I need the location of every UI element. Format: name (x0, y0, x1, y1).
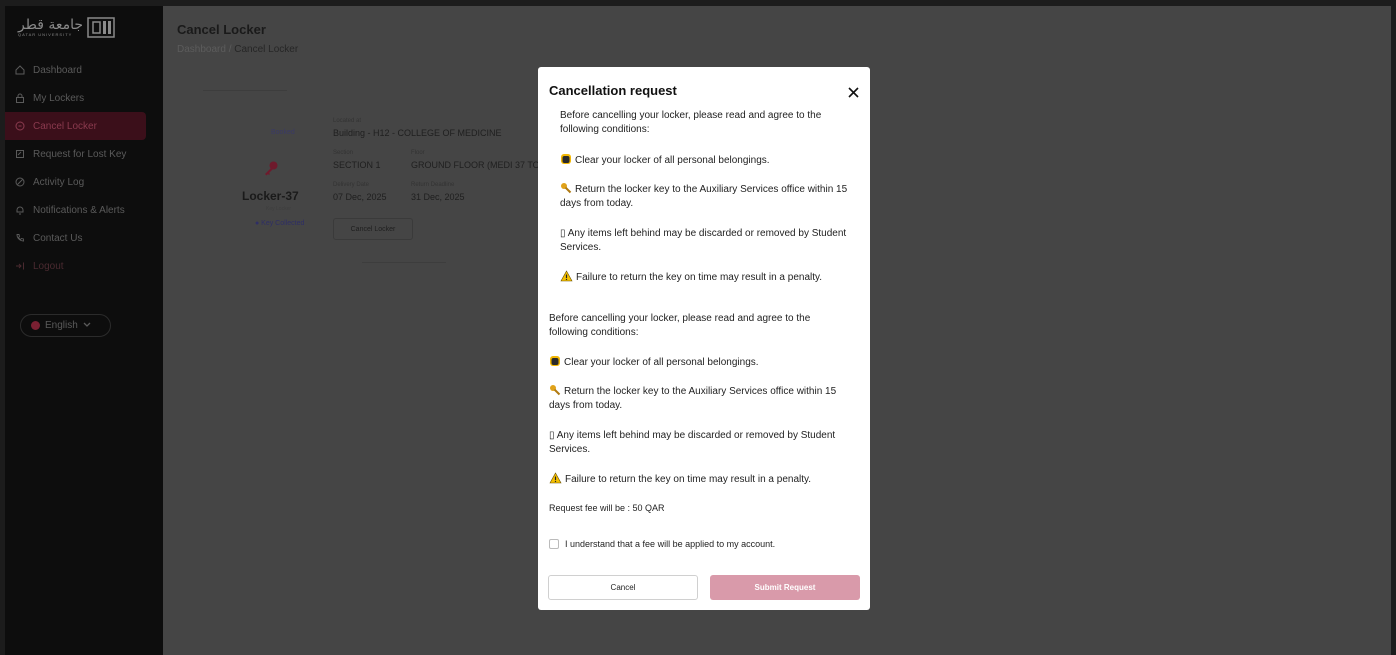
sidebar-item-label: Dashboard (33, 64, 82, 76)
sidebar-item-my-lockers[interactable]: My Lockers (5, 84, 163, 112)
breadcrumb: Dashboard / Cancel Locker (177, 44, 298, 55)
condition-items-discarded: ▯ Any items left behind may be discarded… (549, 430, 836, 455)
locker-emoji-icon (550, 356, 560, 366)
modal-title: Cancellation request (549, 83, 677, 98)
logo-mark-icon (87, 17, 115, 38)
locker-type: Key Locker (266, 206, 292, 212)
close-icon (847, 86, 859, 98)
status-badge: Booked (271, 129, 295, 136)
key-request-icon (15, 149, 25, 159)
delivery-date-label: Delivery Date (333, 182, 370, 188)
activity-icon (15, 177, 25, 187)
home-icon (15, 65, 25, 75)
condition-clear-locker: Clear your locker of all personal belong… (560, 153, 850, 168)
breadcrumb-current: Cancel Locker (234, 44, 299, 55)
sidebar-item-request-lost-key[interactable]: Request for Lost Key (5, 140, 163, 168)
section-value: SECTION 1 (333, 160, 381, 170)
sidebar: جامعة قطر QATAR UNIVERSITY Dashboard My … (5, 6, 163, 655)
return-deadline-label: Return Deadline (411, 182, 455, 188)
condition-text: Failure to return the key on time may re… (576, 272, 823, 283)
phone-icon (15, 233, 25, 243)
lock-icon (15, 93, 25, 103)
sidebar-item-notifications[interactable]: Notifications & Alerts (5, 196, 163, 224)
globe-icon (31, 321, 40, 330)
warning-icon (549, 472, 562, 484)
sidebar-item-dashboard[interactable]: Dashboard (5, 56, 163, 84)
condition-penalty: Failure to return the key on time may re… (549, 472, 859, 487)
key-emoji-icon (550, 385, 561, 396)
condition-return-key: Return the locker key to the Auxiliary S… (549, 384, 859, 413)
location-value: Building - H12 - COLLEGE OF MEDICINE (333, 128, 502, 138)
sidebar-item-label: Logout (33, 260, 64, 272)
locker-emoji-icon (561, 154, 571, 164)
warning-icon (560, 270, 573, 282)
cancel-circle-icon (15, 121, 25, 131)
location-label: Located at (333, 118, 362, 124)
floor-value: GROUND FLOOR (MEDI 37 TO (411, 160, 540, 170)
chevron-down-icon (83, 320, 91, 331)
card-divider (203, 90, 287, 91)
logo-arabic-text: جامعة قطر (18, 16, 84, 33)
key-emoji-icon (561, 183, 572, 194)
floor-label: Floor (411, 150, 425, 156)
key-icon (263, 160, 279, 176)
sidebar-nav: Dashboard My Lockers Cancel Locker Reque… (5, 56, 163, 280)
sidebar-item-cancel-locker[interactable]: Cancel Locker (5, 112, 146, 140)
page-title: Cancel Locker (177, 22, 266, 37)
logout-icon (15, 261, 25, 271)
conditions-intro: Before cancelling your locker, please re… (549, 313, 811, 338)
card-divider (362, 262, 446, 263)
sidebar-item-logout[interactable]: Logout (5, 252, 163, 280)
condition-return-key: Return the locker key to the Auxiliary S… (560, 182, 850, 211)
logo-text: جامعة قطر QATAR UNIVERSITY (18, 18, 83, 37)
return-deadline-value: 31 Dec, 2025 (411, 192, 465, 202)
cancel-locker-button[interactable]: Cancel Locker (333, 218, 413, 240)
university-logo[interactable]: جامعة قطر QATAR UNIVERSITY (18, 14, 115, 40)
sidebar-item-label: Request for Lost Key (33, 148, 127, 160)
condition-text: Return the locker key to the Auxiliary S… (549, 386, 837, 411)
breadcrumb-home[interactable]: Dashboard (177, 44, 226, 55)
condition-text: Failure to return the key on time may re… (565, 474, 812, 485)
condition-penalty: Failure to return the key on time may re… (560, 270, 850, 285)
locker-card: Booked Locker-37 Key Locker ● Key Collec… (195, 84, 540, 264)
submit-request-button[interactable]: Submit Request (710, 575, 860, 600)
language-label: English (45, 320, 78, 331)
section-label: Section (333, 150, 354, 156)
breadcrumb-separator: / (228, 44, 232, 55)
sidebar-item-label: Contact Us (33, 232, 83, 244)
sidebar-item-label: My Lockers (33, 92, 85, 104)
logo-english-text: QATAR UNIVERSITY (18, 31, 73, 37)
modal-cancel-button[interactable]: Cancel (548, 575, 698, 600)
condition-items-discarded: ▯ Any items left behind may be discarded… (560, 228, 847, 253)
acknowledge-label[interactable]: I understand that a fee will be applied … (565, 539, 775, 549)
sidebar-item-label: Activity Log (33, 176, 85, 188)
locker-name: Locker-37 (242, 189, 299, 203)
condition-text: Clear your locker of all personal belong… (564, 357, 759, 368)
close-button[interactable] (841, 80, 865, 104)
sidebar-item-contact-us[interactable]: Contact Us (5, 224, 163, 252)
language-selector[interactable]: English (20, 314, 111, 337)
condition-text: Return the locker key to the Auxiliary S… (560, 184, 848, 209)
condition-text: Clear your locker of all personal belong… (575, 155, 770, 166)
sidebar-item-activity-log[interactable]: Activity Log (5, 168, 163, 196)
cancellation-modal: Cancellation request Before cancelling y… (538, 67, 870, 610)
key-status: ● Key Collected (255, 220, 305, 227)
bell-icon (15, 205, 25, 215)
condition-clear-locker: Clear your locker of all personal belong… (549, 355, 859, 370)
sidebar-item-label: Cancel Locker (33, 120, 97, 132)
sidebar-item-label: Notifications & Alerts (33, 204, 125, 216)
app-frame: جامعة قطر QATAR UNIVERSITY Dashboard My … (5, 6, 1391, 655)
delivery-date-value: 07 Dec, 2025 (333, 192, 387, 202)
conditions-intro: Before cancelling your locker, please re… (560, 110, 822, 135)
acknowledge-checkbox[interactable] (549, 539, 559, 549)
request-fee: Request fee will be : 50 QAR (549, 503, 665, 513)
